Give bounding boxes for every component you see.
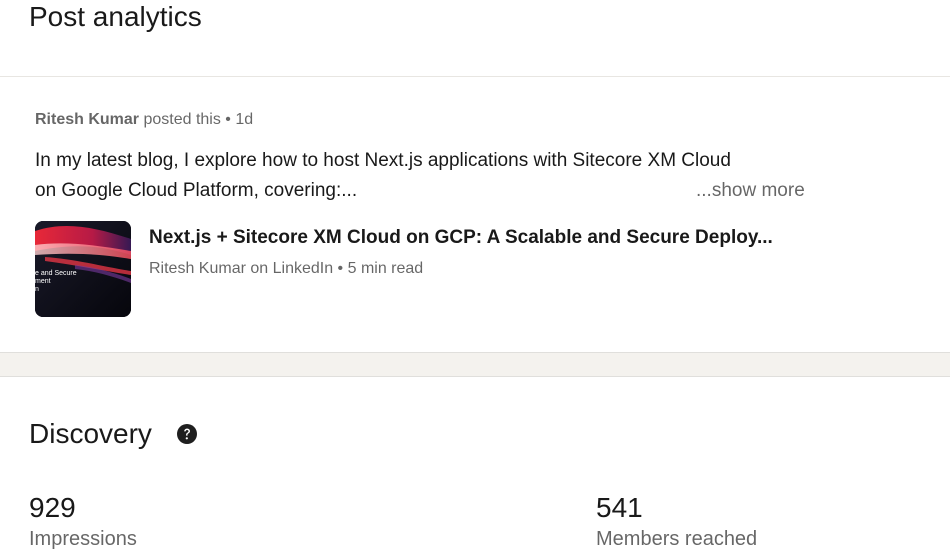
discovery-title: Discovery: [29, 418, 152, 449]
article-meta: Ritesh Kumar on LinkedIn • 5 min read: [149, 260, 424, 277]
post-byline: Ritesh Kumar posted this • 1d: [35, 110, 253, 130]
article-preview-link[interactable]: e and Secure ment n Next.js + Sitecore X…: [35, 221, 835, 317]
post-text-line-1: In my latest blog, I explore how to host…: [35, 150, 731, 171]
article-thumbnail-image[interactable]: e and Secure ment n: [35, 221, 131, 317]
author-name-link[interactable]: Ritesh Kumar: [35, 111, 139, 128]
impressions-value: 929: [29, 492, 76, 523]
post-analytics-card: Post analytics Ritesh Kumar posted this …: [0, 0, 950, 353]
impressions-label: Impressions: [29, 528, 137, 550]
members-reached-metric[interactable]: 541 Members reached: [596, 491, 757, 553]
discovery-card: Discovery 929 Impressions 541 Members re…: [0, 376, 950, 558]
members-reached-label: Members reached: [596, 528, 758, 550]
members-reached-value: 541: [596, 492, 643, 523]
header-divider: [0, 76, 950, 77]
question-circle-icon[interactable]: [176, 423, 198, 445]
thumb-text-1: e and Secure: [35, 270, 77, 277]
posted-time-text: posted this • 1d: [139, 111, 254, 128]
show-more-button[interactable]: ...show more: [696, 176, 805, 206]
article-title-link[interactable]: Next.js + Sitecore XM Cloud on GCP: A Sc…: [149, 225, 773, 251]
thumb-text-3: n: [35, 286, 39, 293]
thumb-text-2: ment: [35, 278, 51, 285]
page-title: Post analytics: [29, 1, 202, 32]
impressions-metric[interactable]: 929 Impressions: [29, 491, 137, 553]
